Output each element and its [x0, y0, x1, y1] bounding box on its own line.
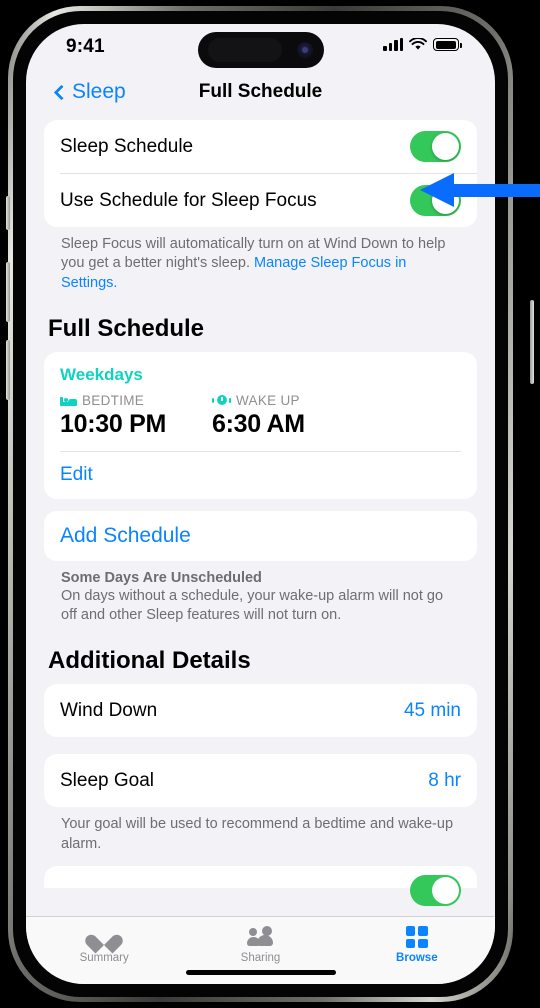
sleep-goal-label: Sleep Goal: [60, 769, 155, 791]
sleep-schedule-label: Sleep Schedule: [60, 135, 194, 157]
tab-browse[interactable]: Browse: [339, 926, 495, 964]
tab-summary-label: Summary: [79, 952, 129, 964]
settings-scroll-view[interactable]: Sleep Schedule Use Schedule for Sleep Fo…: [26, 120, 495, 916]
bedtime-value: 10:30 PM: [60, 409, 166, 438]
wind-down-card: Wind Down 45 min: [44, 684, 477, 738]
wind-down-label: Wind Down: [60, 699, 158, 721]
wind-down-row[interactable]: Wind Down 45 min: [44, 684, 477, 737]
additional-details-heading: Additional Details: [48, 647, 251, 675]
use-schedule-focus-label: Use Schedule for Sleep Focus: [60, 189, 317, 211]
front-camera-icon: [296, 42, 313, 58]
home-indicator[interactable]: [185, 970, 336, 975]
cellular-bars-icon: [383, 38, 403, 51]
tab-sharing[interactable]: Sharing: [182, 926, 338, 964]
unscheduled-note-title: Some Days Are Unscheduled: [61, 569, 262, 586]
focus-note: Sleep Focus will automatically turn on a…: [44, 227, 477, 293]
people-icon: [247, 926, 274, 948]
sleep-schedule-toggle[interactable]: [410, 131, 461, 162]
wind-down-value: 45 min: [403, 699, 461, 721]
schedule-card: Weekdays BEDTIME 10:30 PM WAKE UP 6:30 A…: [44, 351, 477, 499]
dynamic-island: [197, 32, 324, 68]
power-button[interactable]: [530, 300, 534, 384]
wakeup-column: WAKE UP 6:30 AM: [212, 392, 364, 439]
schedule-summary: Weekdays BEDTIME 10:30 PM WAKE UP 6:30 A…: [44, 352, 477, 451]
tab-sharing-label: Sharing: [240, 952, 281, 964]
tab-browse-label: Browse: [396, 952, 438, 964]
tab-summary[interactable]: Summary: [26, 926, 182, 964]
schedule-days-label: Weekdays: [60, 364, 143, 384]
navigation-bar: Sleep Full Schedule: [26, 74, 495, 120]
next-setting-toggle[interactable]: [410, 874, 461, 906]
sleep-goal-note: Your goal will be used to recommend a be…: [61, 816, 454, 852]
bed-icon: [60, 395, 77, 406]
silent-switch[interactable]: [6, 196, 10, 230]
bedtime-label: BEDTIME: [82, 392, 145, 408]
sleep-goal-value: 8 hr: [428, 769, 461, 791]
dynamic-island-pill: [207, 38, 282, 62]
grid-icon: [405, 926, 428, 948]
volume-down-button[interactable]: [6, 340, 10, 400]
status-bar: 9:41: [26, 24, 495, 74]
edit-schedule-button[interactable]: Edit: [44, 452, 477, 499]
bedtime-column: BEDTIME 10:30 PM: [60, 392, 212, 439]
annotation-arrow: [420, 173, 540, 207]
wakeup-label: WAKE UP: [236, 392, 300, 408]
add-schedule-button[interactable]: Add Schedule: [44, 511, 477, 561]
status-bar-clock: 9:41: [66, 36, 105, 57]
alarm-clock-icon: [212, 394, 231, 407]
phone-screenshot: 9:41 Sleep Full Schedule Sleep Schedule …: [0, 0, 540, 1008]
wakeup-value: 6:30 AM: [212, 409, 305, 438]
sleep-schedule-row[interactable]: Sleep Schedule: [44, 120, 477, 173]
volume-up-button[interactable]: [6, 262, 10, 322]
use-schedule-focus-row[interactable]: Use Schedule for Sleep Focus: [44, 174, 477, 227]
unscheduled-note-body: On days without a schedule, your wake-up…: [61, 587, 444, 624]
wifi-icon: [409, 38, 427, 50]
sleep-toggles-card: Sleep Schedule Use Schedule for Sleep Fo…: [44, 120, 477, 227]
battery-full-icon: [433, 38, 462, 51]
add-schedule-card: Add Schedule: [44, 510, 477, 561]
next-setting-card-clipped[interactable]: [44, 865, 477, 906]
heart-icon: [92, 926, 116, 948]
sleep-goal-card: Sleep Goal 8 hr: [44, 754, 477, 808]
page-title: Full Schedule: [198, 81, 323, 102]
sleep-goal-row[interactable]: Sleep Goal 8 hr: [44, 754, 477, 807]
arrow-shaft: [448, 184, 540, 197]
phone-screen: 9:41 Sleep Full Schedule Sleep Schedule …: [26, 24, 495, 984]
full-schedule-heading: Full Schedule: [48, 314, 205, 342]
status-bar-indicators: [383, 38, 462, 51]
